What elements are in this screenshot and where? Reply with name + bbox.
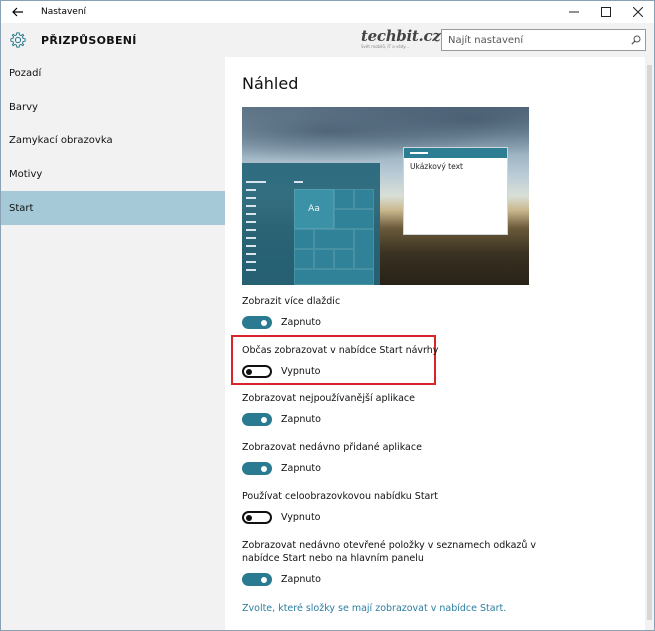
preview-menu-line: [246, 253, 256, 255]
minimize-icon[interactable]: [558, 1, 590, 23]
search-box[interactable]: [441, 29, 646, 51]
page-header: PŘIZPŮSOBENÍ techbit.cz Svět mobilů, IT …: [1, 23, 654, 57]
preview-menu-line: [246, 205, 256, 207]
preview-menu-line: [246, 213, 256, 215]
preview-tile: [334, 209, 374, 229]
preview-menu-line: [246, 221, 256, 223]
preview-tile: [294, 269, 374, 285]
title-bar: Nastavení: [1, 1, 654, 23]
toggle-row: Zapnuto: [242, 573, 536, 586]
setting-fullscreen-start: Používat celoobrazovkovou nabídku Start …: [242, 490, 438, 524]
toggle-row: Zapnuto: [242, 413, 415, 426]
start-preview: Aa Ukázkový text: [242, 107, 529, 285]
window-controls: [558, 1, 654, 23]
preview-tile: [334, 189, 354, 209]
setting-label-line1: Zobrazovat nedávno otevřené položky v se…: [242, 540, 537, 551]
toggle-state: Vypnuto: [281, 366, 321, 377]
scrollbar[interactable]: [645, 57, 654, 630]
sidebar-item-zamykaci-obrazovka[interactable]: Zamykací obrazovka: [1, 124, 225, 158]
back-arrow-icon[interactable]: [1, 1, 35, 23]
preview-tile: [354, 189, 374, 209]
setting-label: Používat celoobrazovkovou nabídku Start: [242, 491, 438, 502]
choose-folders-link[interactable]: Zvolte, které složky se mají zobrazovat …: [242, 603, 506, 614]
toggle-more-tiles[interactable]: [242, 316, 272, 329]
toggle-state: Zapnuto: [281, 463, 321, 474]
preview-menu-line: [246, 237, 256, 239]
preview-menu-line: [246, 261, 256, 263]
toggle-state: Zapnuto: [281, 574, 321, 585]
setting-recent-items: Zobrazovat nedávno otevřené položky v se…: [242, 539, 536, 586]
page-title: PŘIZPŮSOBENÍ: [41, 33, 137, 47]
search-icon[interactable]: [627, 35, 645, 45]
sidebar-item-pozadi[interactable]: Pozadí: [1, 57, 225, 91]
toggle-recently-added[interactable]: [242, 462, 272, 475]
toggle-fullscreen-start[interactable]: [242, 511, 272, 524]
preview-menu-line: [246, 181, 266, 183]
preview-menu-line: [246, 245, 256, 247]
preview-tile: [334, 249, 354, 269]
close-icon[interactable]: [622, 1, 654, 23]
toggle-row: Vypnuto: [242, 365, 438, 378]
toggle-state: Zapnuto: [281, 414, 321, 425]
brand-name: techbit.cz: [361, 27, 441, 45]
preview-sample-text: Ukázkový text: [410, 162, 463, 171]
settings-window: Nastavení PŘIZPŮSOBENÍ techbit.cz Svět m…: [0, 0, 655, 631]
preview-menu-line: [246, 197, 256, 199]
preview-tile: [354, 229, 374, 269]
preview-menu-bar: [294, 181, 303, 183]
search-input[interactable]: [442, 30, 627, 50]
setting-label-line2: nabídce Start nebo na hlavním panelu: [242, 553, 424, 564]
toggle-suggestions[interactable]: [242, 365, 272, 378]
preview-tile: [314, 249, 334, 269]
preview-menu-line: [246, 269, 256, 271]
preview-sample-window: Ukázkový text: [403, 147, 508, 235]
setting-label: Občas zobrazovat v nabídce Start návrhy: [242, 345, 439, 356]
window-title: Nastavení: [41, 7, 87, 17]
setting-more-tiles: Zobrazit více dlaždic Zapnuto: [242, 295, 340, 329]
preview-start-menu: Aa: [242, 163, 380, 285]
scrollbar-thumb[interactable]: [647, 65, 652, 620]
preview-sample-titlebar: [404, 148, 507, 158]
toggle-state: Vypnuto: [281, 512, 321, 523]
maximize-icon[interactable]: [590, 1, 622, 23]
preview-tile: [314, 229, 354, 249]
toggle-row: Zapnuto: [242, 316, 340, 329]
setting-recently-added: Zobrazovat nedávno přidané aplikace Zapn…: [242, 441, 422, 475]
setting-label: Zobrazit více dlaždic: [242, 296, 341, 307]
toggle-state: Zapnuto: [281, 317, 321, 328]
toggle-recent-items[interactable]: [242, 573, 272, 586]
toggle-most-used[interactable]: [242, 413, 272, 426]
main-content: Náhled Aa Ukázkový text Zobrazit více dl…: [225, 57, 645, 630]
preview-menu-line: [246, 229, 256, 231]
setting-suggestions: Občas zobrazovat v nabídce Start návrhy …: [242, 344, 438, 378]
preview-heading: Náhled: [242, 74, 299, 93]
preview-tile: [294, 249, 314, 269]
preview-tile: [294, 229, 314, 249]
sidebar-item-motivy[interactable]: Motivy: [1, 158, 225, 192]
preview-menu-line: [246, 189, 256, 191]
setting-label: Zobrazovat nejpoužívanější aplikace: [242, 393, 415, 404]
brand-logo: techbit.cz Svět mobilů, IT a vědy...: [361, 27, 441, 53]
toggle-row: Vypnuto: [242, 511, 438, 524]
preview-tile-aa: Aa: [294, 189, 334, 229]
toggle-row: Zapnuto: [242, 462, 422, 475]
setting-most-used: Zobrazovat nejpoužívanější aplikace Zapn…: [242, 392, 415, 426]
sidebar-item-start[interactable]: Start: [1, 191, 225, 225]
gear-icon: [8, 30, 28, 50]
setting-label: Zobrazovat nedávno přidané aplikace: [242, 442, 422, 453]
sidebar-item-barvy[interactable]: Barvy: [1, 91, 225, 125]
sidebar: Pozadí Barvy Zamykací obrazovka Motivy S…: [1, 57, 225, 630]
